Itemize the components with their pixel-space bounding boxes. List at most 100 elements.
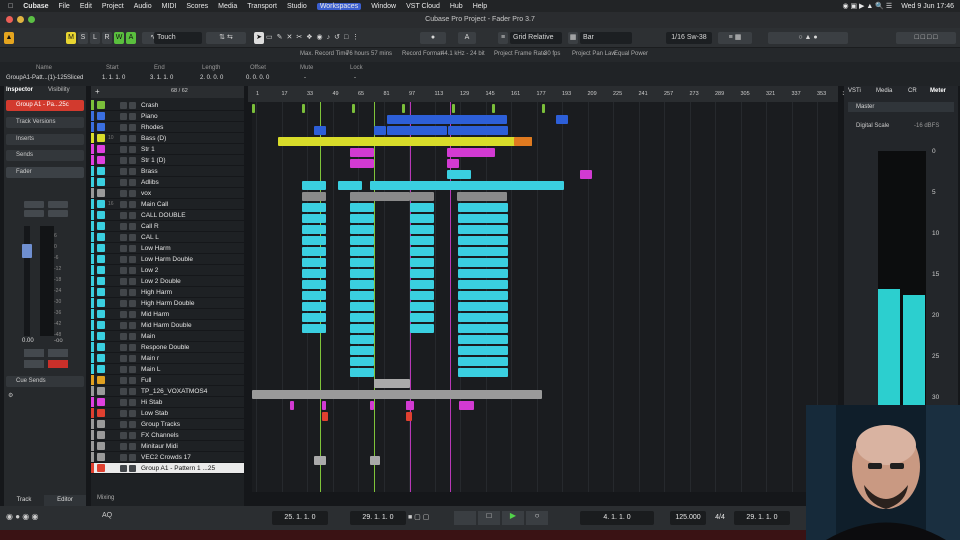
- track-name[interactable]: Main r: [141, 353, 159, 364]
- event-clip[interactable]: [314, 456, 326, 465]
- solo-button[interactable]: [129, 432, 136, 439]
- event-clip[interactable]: [458, 203, 508, 212]
- solo-button[interactable]: [129, 366, 136, 373]
- event-clip[interactable]: [350, 159, 374, 168]
- start-value[interactable]: 1. 1. 1. 0: [102, 75, 125, 81]
- menu-edit[interactable]: Edit: [80, 3, 92, 10]
- event-clip[interactable]: [402, 104, 405, 113]
- solo-button[interactable]: [129, 454, 136, 461]
- menu-help[interactable]: Help: [473, 3, 487, 10]
- record-button[interactable]: ○: [526, 511, 548, 525]
- event-clip[interactable]: [458, 368, 508, 377]
- event-clip[interactable]: [350, 291, 374, 300]
- event-clip[interactable]: [350, 357, 374, 366]
- edit-tools[interactable]: ▭✎✕✂❖◉♪↺□⋮: [266, 32, 416, 44]
- event-clip[interactable]: [370, 401, 374, 410]
- event-clip[interactable]: [458, 357, 508, 366]
- event-clip[interactable]: [350, 368, 374, 377]
- snap-type-select[interactable]: Grid Relative: [510, 32, 562, 44]
- track-row[interactable]: Piano: [91, 111, 244, 122]
- solo-button[interactable]: [129, 399, 136, 406]
- mute-button[interactable]: [120, 223, 127, 230]
- track-name[interactable]: Group Tracks: [141, 419, 180, 430]
- event-clip[interactable]: [370, 456, 380, 465]
- event-clip[interactable]: [350, 148, 374, 157]
- event-clip[interactable]: [406, 401, 414, 410]
- track-row[interactable]: Mid Harm Double: [91, 320, 244, 331]
- apple-icon[interactable]: : [8, 3, 13, 10]
- solo-button[interactable]: [129, 256, 136, 263]
- mute-button[interactable]: [120, 366, 127, 373]
- grid-icon[interactable]: ▦: [568, 32, 578, 44]
- section-cue-sends[interactable]: Cue Sends: [6, 376, 84, 387]
- event-clip[interactable]: [410, 269, 434, 278]
- pan-law-value[interactable]: Equal Power: [614, 51, 648, 57]
- solo-button[interactable]: [129, 443, 136, 450]
- track-row[interactable]: 16 Main Call: [91, 199, 244, 210]
- mute-button[interactable]: [120, 102, 127, 109]
- menu-studio[interactable]: Studio: [287, 3, 307, 10]
- mute-button[interactable]: [120, 245, 127, 252]
- track-row[interactable]: High Harm: [91, 287, 244, 298]
- quantize-tools[interactable]: ≡ ▦: [718, 32, 752, 44]
- solo-button[interactable]: [129, 355, 136, 362]
- menu-window[interactable]: Window: [371, 3, 396, 10]
- tab-inspector[interactable]: Inspector: [6, 87, 44, 97]
- track-name[interactable]: Minitaur Midi: [141, 441, 178, 452]
- track-row[interactable]: Minitaur Midi: [91, 441, 244, 452]
- solo-button[interactable]: [129, 245, 136, 252]
- track-row[interactable]: vox: [91, 188, 244, 199]
- name-value[interactable]: GroupA1-Patt...(1)-125Sliced: [6, 75, 83, 81]
- event-clip[interactable]: [458, 236, 508, 245]
- mute-button[interactable]: [120, 234, 127, 241]
- play-button[interactable]: ▶: [502, 511, 524, 525]
- section-track-versions[interactable]: Track Versions: [6, 117, 84, 128]
- track-name[interactable]: Piano: [141, 111, 158, 122]
- event-clip[interactable]: [350, 346, 374, 355]
- event-clip[interactable]: [458, 302, 508, 311]
- track-row[interactable]: Str 1: [91, 144, 244, 155]
- event-clip[interactable]: [387, 115, 507, 124]
- track-name[interactable]: Respone Double: [141, 342, 189, 353]
- event-clip[interactable]: [410, 236, 434, 245]
- track-row[interactable]: Mid Harm: [91, 309, 244, 320]
- track-row[interactable]: Adlibs: [91, 177, 244, 188]
- event-clip[interactable]: [302, 258, 326, 267]
- mute-value[interactable]: -: [304, 75, 306, 81]
- mute-button[interactable]: [120, 256, 127, 263]
- solo-button[interactable]: [129, 146, 136, 153]
- length-value[interactable]: 2. 0. 0. 0: [200, 75, 223, 81]
- solo-all-button[interactable]: S: [78, 32, 88, 44]
- track-name[interactable]: Call R: [141, 221, 159, 232]
- event-clip[interactable]: [447, 148, 495, 157]
- write-automation-button[interactable]: W: [114, 32, 124, 44]
- mute-button[interactable]: [120, 454, 127, 461]
- track-row[interactable]: Group Tracks: [91, 419, 244, 430]
- track-name[interactable]: Group A1 - Pattern 1 ...25: [141, 463, 215, 474]
- menu-midi[interactable]: MIDI: [162, 3, 177, 10]
- track-name[interactable]: Crash: [141, 100, 158, 111]
- solo-button[interactable]: [129, 234, 136, 241]
- frame-rate-value[interactable]: 30 fps: [544, 51, 560, 57]
- track-row[interactable]: Group A1 - Pattern 1 ...25: [91, 463, 244, 474]
- window-layout-buttons[interactable]: □ □ □ □: [896, 32, 956, 44]
- event-clip[interactable]: [302, 192, 326, 201]
- digital-scale-value[interactable]: -16 dBFS: [914, 123, 939, 129]
- event-clip[interactable]: [350, 313, 374, 322]
- cycle-button[interactable]: [454, 511, 476, 525]
- secondary-display[interactable]: 29. 1. 1. 0: [734, 511, 790, 525]
- solo-button[interactable]: [129, 168, 136, 175]
- event-clip[interactable]: [458, 346, 508, 355]
- track-name[interactable]: vox: [141, 188, 151, 199]
- automation-tools[interactable]: ⇅ ⇆: [206, 32, 246, 44]
- event-clip[interactable]: [350, 302, 374, 311]
- event-clip[interactable]: [350, 192, 410, 201]
- mute-button[interactable]: [120, 190, 127, 197]
- solo-button[interactable]: [129, 344, 136, 351]
- end-value[interactable]: 3. 1. 1. 0: [150, 75, 173, 81]
- track-name[interactable]: Mid Harm Double: [141, 320, 192, 331]
- event-clip[interactable]: [350, 335, 374, 344]
- left-locator[interactable]: 25. 1. 1. 0: [272, 511, 328, 525]
- event-clip[interactable]: [447, 159, 459, 168]
- solo-button[interactable]: [129, 201, 136, 208]
